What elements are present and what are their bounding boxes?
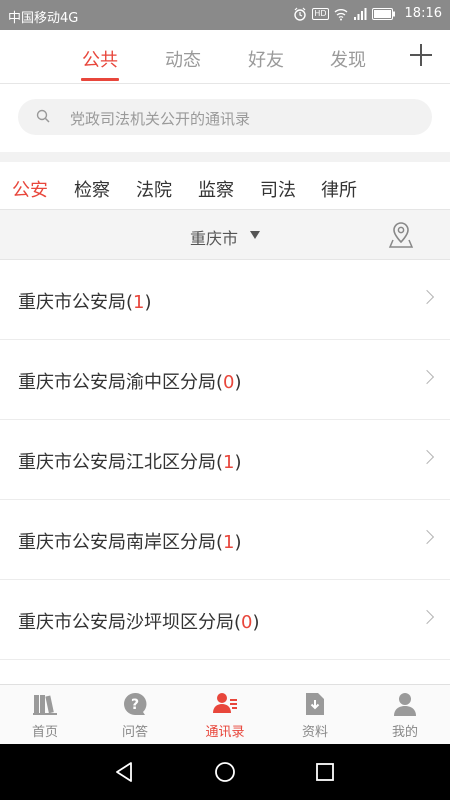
clock: 18:16: [404, 6, 442, 21]
bottom-tab-materials[interactable]: 资料: [270, 685, 360, 745]
caret-down-icon[interactable]: [250, 231, 260, 239]
question-icon: ?: [124, 692, 147, 715]
list-item[interactable]: 重庆市公安局沙坪坝区分局(0): [0, 580, 450, 660]
person-icon: [394, 693, 416, 716]
chevron-right-icon: [419, 289, 435, 305]
bottom-tab-bar: 首页 ? 问答 通讯录 资料 我的: [0, 684, 450, 744]
city-bar: 重庆市: [0, 210, 450, 260]
search-input[interactable]: 党政司法机关公开的通讯录: [18, 99, 432, 135]
list-item-label: 重庆市公安局渝中区分局(0): [18, 372, 242, 393]
list-item-count: 1: [223, 532, 235, 553]
list-item-count: 0: [223, 372, 235, 393]
recents-icon[interactable]: [313, 760, 337, 784]
chevron-right-icon: [419, 529, 435, 545]
home-icon[interactable]: [213, 760, 237, 784]
category-supervision[interactable]: 监察: [198, 176, 234, 202]
list-item-label: 重庆市公安局(1): [18, 292, 152, 313]
tab-discover[interactable]: 发现: [330, 46, 366, 72]
category-law-firm[interactable]: 律所: [321, 176, 357, 202]
list-item-label: 重庆市公安局南岸区分局(1): [18, 532, 242, 553]
chevron-right-icon: [419, 609, 435, 625]
section-divider: [0, 152, 450, 162]
category-procuratorate[interactable]: 检察: [74, 176, 110, 202]
tab-public[interactable]: 公共: [81, 46, 119, 81]
bottom-tab-label: 问答: [121, 725, 148, 740]
category-police[interactable]: 公安: [12, 176, 48, 202]
carrier-label: 中国移动4G: [8, 11, 79, 26]
bottom-tab-qa[interactable]: ? 问答: [90, 685, 180, 745]
tab-feed[interactable]: 动态: [165, 46, 201, 72]
top-tab-bar: 公共 动态 好友 发现: [0, 30, 450, 84]
list-item-count: 1: [133, 292, 145, 313]
status-bar: 中国移动4G HD 18:16: [0, 0, 450, 30]
category-justice[interactable]: 司法: [260, 176, 296, 202]
list-item[interactable]: 重庆市公安局渝中区分局(0): [0, 340, 450, 420]
contacts-icon: [213, 693, 237, 713]
bottom-tab-me[interactable]: 我的: [360, 685, 450, 745]
document-download-icon: [306, 693, 324, 715]
category-tabs: 公安 检察 法院 监察 司法 律所: [0, 162, 450, 210]
bottom-tab-label: 我的: [391, 725, 418, 740]
list-item[interactable]: 重庆市公安局江北区分局(1): [0, 420, 450, 500]
status-icons: HD 18:16: [293, 6, 442, 21]
alarm-icon: [294, 7, 307, 21]
contact-list: 重庆市公安局(1) 重庆市公安局渝中区分局(0) 重庆市公安局江北区分局(1) …: [0, 260, 450, 660]
back-icon[interactable]: [113, 760, 137, 784]
search-placeholder: 党政司法机关公开的通讯录: [70, 110, 251, 128]
list-item-label: 重庆市公安局江北区分局(1): [18, 452, 242, 473]
bottom-tab-label: 资料: [301, 725, 328, 740]
svg-text:?: ?: [131, 697, 139, 713]
bottom-tab-label: 通讯录: [205, 725, 245, 740]
search-icon: [36, 109, 50, 123]
chevron-right-icon: [419, 369, 435, 385]
add-icon[interactable]: [408, 42, 434, 68]
system-nav-bar: [0, 744, 450, 800]
city-selector[interactable]: 重庆市: [190, 225, 238, 249]
search-area: 党政司法机关公开的通讯录: [0, 84, 450, 152]
list-item-count: 0: [241, 612, 253, 633]
wifi-icon: [334, 8, 347, 20]
tab-friends[interactable]: 好友: [248, 46, 284, 72]
list-item-label: 重庆市公安局沙坪坝区分局(0): [18, 612, 260, 633]
battery-icon: [371, 7, 395, 20]
books-icon: [33, 695, 57, 715]
hd-badge: HD: [312, 7, 329, 20]
list-item[interactable]: 重庆市公安局南岸区分局(1): [0, 500, 450, 580]
bottom-tab-home[interactable]: 首页: [0, 685, 90, 745]
chevron-right-icon: [419, 449, 435, 465]
bottom-tab-label: 首页: [31, 725, 58, 740]
signal-icon: [353, 7, 367, 20]
list-item-count: 1: [223, 452, 235, 473]
bottom-tab-contacts[interactable]: 通讯录: [180, 685, 270, 745]
location-icon[interactable]: [388, 221, 414, 249]
category-court[interactable]: 法院: [136, 176, 172, 202]
list-item[interactable]: 重庆市公安局(1): [0, 260, 450, 340]
